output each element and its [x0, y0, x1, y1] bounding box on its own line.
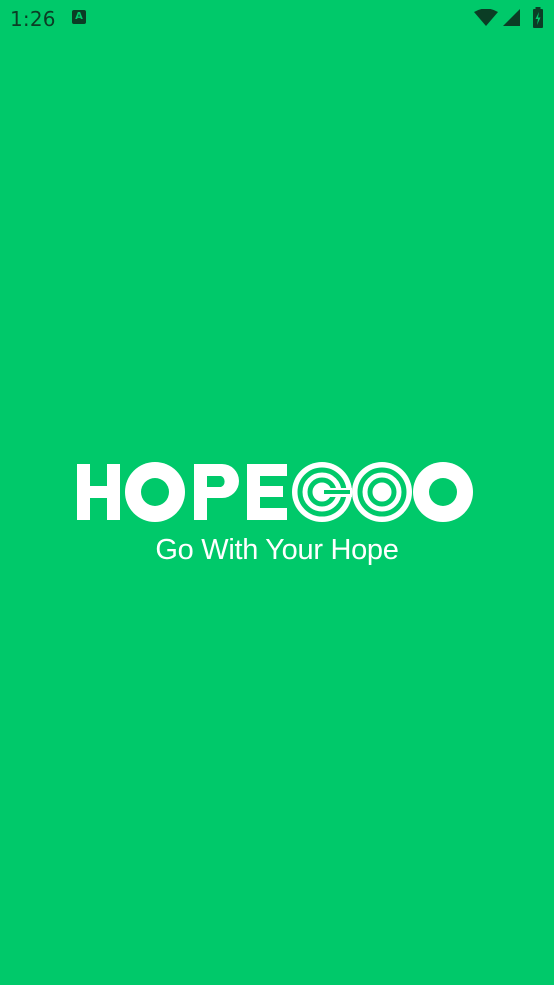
wifi-icon: [474, 9, 498, 26]
brand-logo-container: [0, 458, 554, 526]
battery-charging-icon: [533, 7, 543, 28]
status-time: 1:26: [10, 7, 56, 31]
hopegoo-logo: [77, 462, 473, 522]
status-bar: 1:26 A: [0, 0, 554, 40]
a-letter-icon: A: [72, 10, 86, 24]
cell-signal-icon: [503, 9, 520, 26]
brand-tagline: Go With Your Hope: [155, 534, 399, 566]
